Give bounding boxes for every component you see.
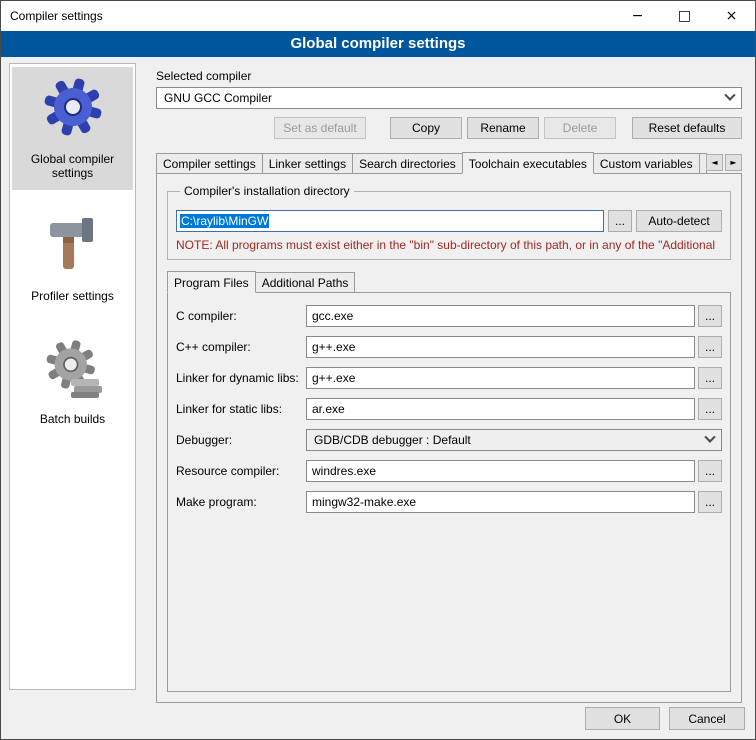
minimize-button[interactable]: − <box>614 1 661 31</box>
cpp-compiler-row: C++ compiler: ... <box>176 336 722 358</box>
subtab-program-files[interactable]: Program Files <box>167 271 256 293</box>
delete-button[interactable]: Delete <box>544 117 616 139</box>
browse-c-compiler-button[interactable]: ... <box>698 305 722 327</box>
linker-static-row: Linker for static libs: ... <box>176 398 722 420</box>
toolchain-executables-panel: Compiler's installation directory C:\ray… <box>156 173 742 703</box>
tab-scroll-buttons: ◄ ► <box>706 154 742 173</box>
browse-cpp-compiler-button[interactable]: ... <box>698 336 722 358</box>
c-compiler-row: C compiler: ... <box>176 305 722 327</box>
sidebar-item-batch-builds[interactable]: Batch builds <box>12 327 133 436</box>
sidebar: Global compiler settings Profiler settin… <box>9 63 136 690</box>
browse-linker-dynamic-button[interactable]: ... <box>698 367 722 389</box>
cpp-compiler-input[interactable] <box>306 336 695 358</box>
resource-compiler-input[interactable] <box>306 460 695 482</box>
page-title: Global compiler settings <box>1 31 755 57</box>
tab-compiler-settings[interactable]: Compiler settings <box>156 153 263 173</box>
compiler-actions: Set as default Copy Rename Delete Reset … <box>156 117 742 139</box>
tab-scroll-left-button[interactable]: ◄ <box>706 154 723 171</box>
installation-directory-groupbox: Compiler's installation directory C:\ray… <box>167 184 731 260</box>
maximize-button[interactable]: □ <box>661 1 708 31</box>
resource-compiler-label: Resource compiler: <box>176 464 306 478</box>
dialog-footer: OK Cancel <box>585 707 745 730</box>
subtab-additional-paths[interactable]: Additional Paths <box>255 272 356 292</box>
linker-dynamic-input[interactable] <box>306 367 695 389</box>
autodetect-button[interactable]: Auto-detect <box>636 210 722 232</box>
debugger-combobox[interactable]: GDB/CDB debugger : Default <box>306 429 722 451</box>
chevron-down-icon <box>704 432 715 443</box>
sidebar-item-label: Profiler settings <box>31 289 114 303</box>
set-as-default-button[interactable]: Set as default <box>274 117 366 139</box>
tab-linker-settings[interactable]: Linker settings <box>262 153 353 173</box>
reset-defaults-button[interactable]: Reset defaults <box>632 117 742 139</box>
settings-tabs: Compiler settings Linker settings Search… <box>156 151 742 173</box>
browse-linker-static-button[interactable]: ... <box>698 398 722 420</box>
make-program-label: Make program: <box>176 495 306 509</box>
window-controls: − □ × <box>614 1 755 31</box>
compiler-settings-dialog: Compiler settings − □ × Global compiler … <box>0 0 756 740</box>
cpp-compiler-label: C++ compiler: <box>176 340 306 354</box>
linker-dynamic-label: Linker for dynamic libs: <box>176 371 306 385</box>
chevron-down-icon <box>724 90 735 101</box>
tab-search-directories[interactable]: Search directories <box>352 153 463 173</box>
program-files-panel: C compiler: ... C++ compiler: ... Linker… <box>167 292 731 692</box>
resource-compiler-row: Resource compiler: ... <box>176 460 722 482</box>
installation-directory-legend: Compiler's installation directory <box>180 184 354 198</box>
make-program-input[interactable] <box>306 491 695 513</box>
selected-compiler-label: Selected compiler <box>156 69 742 83</box>
gear-gray-icon <box>41 335 105 399</box>
sidebar-item-global-compiler-settings[interactable]: Global compiler settings <box>12 67 133 190</box>
compiler-combobox[interactable]: GNU GCC Compiler <box>156 87 742 109</box>
c-compiler-input[interactable] <box>306 305 695 327</box>
window-title: Compiler settings <box>1 9 103 23</box>
installation-path-row: C:\raylib\MinGW ... Auto-detect <box>176 210 722 232</box>
close-button[interactable]: × <box>708 1 755 31</box>
gear-blue-icon <box>41 75 105 139</box>
sidebar-item-label: Batch builds <box>40 412 105 426</box>
linker-static-label: Linker for static libs: <box>176 402 306 416</box>
debugger-combobox-value: GDB/CDB debugger : Default <box>314 433 471 447</box>
selected-path-text: C:\raylib\MinGW <box>180 214 269 228</box>
debugger-label: Debugger: <box>176 433 306 447</box>
cancel-button[interactable]: Cancel <box>669 707 745 730</box>
make-program-row: Make program: ... <box>176 491 722 513</box>
installation-path-input[interactable]: C:\raylib\MinGW <box>176 210 604 232</box>
sidebar-item-label: Global compiler settings <box>16 152 129 180</box>
installation-note-text: NOTE: All programs must exist either in … <box>176 238 722 252</box>
browse-installation-dir-button[interactable]: ... <box>608 210 632 232</box>
rename-button[interactable]: Rename <box>467 117 539 139</box>
program-files-subtabs: Program Files Additional Paths <box>167 270 731 292</box>
sidebar-item-profiler-settings[interactable]: Profiler settings <box>12 204 133 313</box>
compiler-combobox-value: GNU GCC Compiler <box>164 91 272 105</box>
copy-button[interactable]: Copy <box>390 117 462 139</box>
profiler-tool-icon <box>41 212 105 276</box>
tab-toolchain-executables[interactable]: Toolchain executables <box>462 152 594 174</box>
tab-scroll-right-button[interactable]: ► <box>725 154 742 171</box>
c-compiler-label: C compiler: <box>176 309 306 323</box>
debugger-row: Debugger: GDB/CDB debugger : Default <box>176 429 722 451</box>
tab-custom-variables[interactable]: Custom variables <box>593 153 700 173</box>
main-panel: Selected compiler GNU GCC Compiler Set a… <box>146 63 749 691</box>
linker-dynamic-row: Linker for dynamic libs: ... <box>176 367 722 389</box>
browse-resource-compiler-button[interactable]: ... <box>698 460 722 482</box>
linker-static-input[interactable] <box>306 398 695 420</box>
ok-button[interactable]: OK <box>585 707 660 730</box>
titlebar: Compiler settings − □ × <box>1 1 755 31</box>
browse-make-program-button[interactable]: ... <box>698 491 722 513</box>
